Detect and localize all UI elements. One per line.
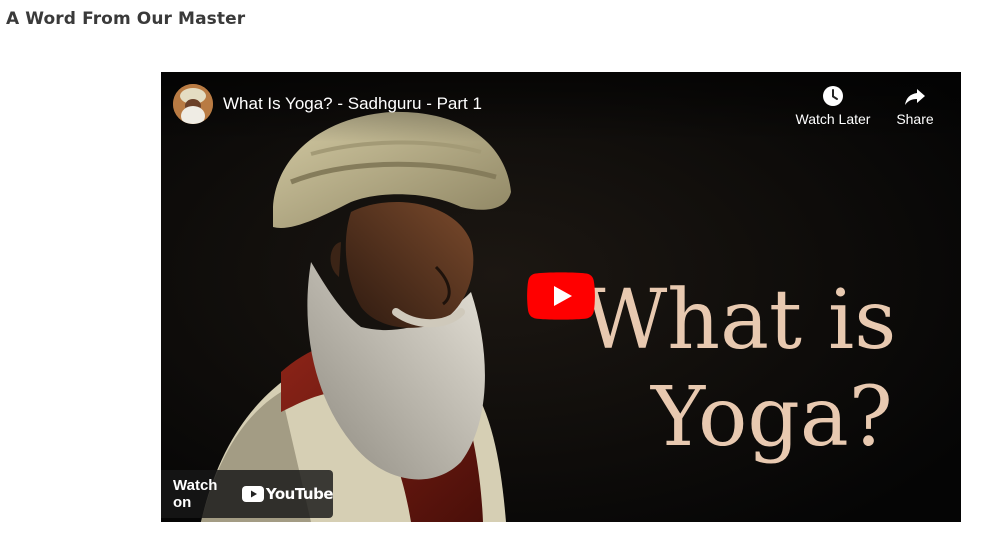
watch-later-label: Watch Later bbox=[795, 111, 871, 127]
section-title: A Word From Our Master bbox=[6, 9, 246, 29]
watch-later-button[interactable]: Watch Later bbox=[791, 84, 875, 127]
youtube-wordmark: YouTube bbox=[265, 485, 334, 503]
video-player[interactable]: What Is Yoga? - Sadhguru - Part 1 Watch … bbox=[161, 72, 961, 522]
youtube-logo-icon bbox=[241, 486, 264, 502]
video-title[interactable]: What Is Yoga? - Sadhguru - Part 1 bbox=[223, 94, 482, 114]
youtube-logo: YouTube bbox=[241, 485, 334, 503]
watch-on-youtube-button[interactable]: Watch on YouTube bbox=[161, 470, 334, 518]
watch-on-label: Watch on bbox=[173, 477, 218, 511]
youtube-play-icon[interactable] bbox=[527, 272, 595, 320]
avatar-icon bbox=[173, 84, 213, 124]
share-button[interactable]: Share bbox=[873, 84, 957, 127]
channel-avatar[interactable] bbox=[173, 84, 213, 124]
share-label: Share bbox=[896, 111, 934, 127]
share-arrow-icon bbox=[905, 89, 925, 105]
thumbnail-text-line2: Yoga? bbox=[651, 370, 893, 465]
clock-icon bbox=[823, 86, 843, 106]
thumbnail-text-line1: What is bbox=[583, 273, 897, 368]
